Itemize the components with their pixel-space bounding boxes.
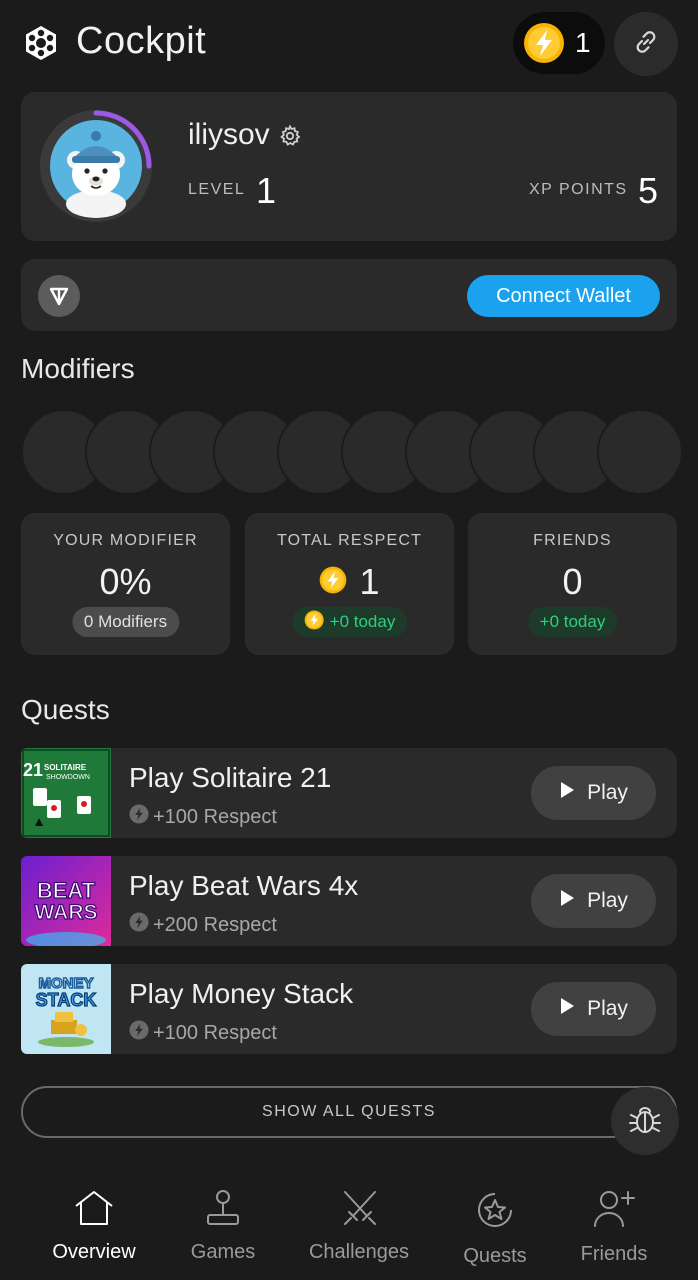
svg-text:BEAT: BEAT <box>37 878 96 903</box>
nav-friends[interactable]: Friends <box>577 1188 651 1266</box>
play-button[interactable]: Play <box>531 982 656 1036</box>
stat-badge: +0 today <box>527 607 618 637</box>
modifiers-title: Modifiers <box>21 353 135 384</box>
modifier-slots <box>21 409 681 495</box>
beat-wars-thumbnail: BEAT WARS <box>21 856 111 946</box>
home-icon <box>72 1188 116 1233</box>
balance-count: 1 <box>575 27 591 58</box>
svg-text:WARS: WARS <box>35 901 98 924</box>
add-user-icon <box>592 1188 636 1235</box>
username: iliysov <box>188 118 270 151</box>
nav-quests[interactable]: Quests <box>459 1188 531 1268</box>
quest-item[interactable]: 21 SOLITAIRE SHOWDOWN Play Solitaire 21 … <box>21 748 677 838</box>
money-stack-thumbnail: MONEY STACK <box>21 964 111 1054</box>
nav-challenges[interactable]: Challenges <box>305 1188 413 1264</box>
stat-value: 1 <box>245 561 454 603</box>
respect-balance[interactable]: 1 <box>513 12 605 74</box>
quest-name: Play Solitaire 21 <box>129 762 332 793</box>
quest-name: Play Beat Wars 4x <box>129 870 359 901</box>
solitaire-thumbnail: 21 SOLITAIRE SHOWDOWN <box>21 748 111 838</box>
stat-value: 0% <box>99 561 152 602</box>
respect-coin-icon <box>129 1020 149 1046</box>
stat-label: TOTAL RESPECT <box>276 532 423 549</box>
ton-icon <box>38 275 80 317</box>
star-badge-icon <box>473 1188 517 1237</box>
play-icon <box>559 889 575 913</box>
hexagon-logo-icon <box>22 24 60 62</box>
avatar[interactable] <box>38 108 154 224</box>
respect-coin-icon <box>129 912 149 938</box>
joystick-icon <box>203 1188 243 1233</box>
crossed-swords-icon <box>339 1188 379 1233</box>
play-icon <box>559 997 575 1021</box>
respect-coin-icon <box>523 22 565 64</box>
svg-text:SHOWDOWN: SHOWDOWN <box>46 774 90 781</box>
quest-reward: +100 Respect <box>129 1020 277 1046</box>
modifier-slot <box>597 409 681 495</box>
stat-label: YOUR MODIFIER <box>53 532 198 549</box>
stat-your-modifier: YOUR MODIFIER 0% 0 Modifiers <box>21 513 230 655</box>
bottom-nav: Overview Games Challenges Quests Friends <box>0 1170 698 1280</box>
level-label: LEVEL <box>188 181 246 198</box>
stat-badge: +0 today <box>291 607 408 637</box>
show-all-quests-button[interactable]: SHOW ALL QUESTS <box>21 1086 677 1138</box>
bug-report-button[interactable] <box>611 1087 679 1155</box>
play-button[interactable]: Play <box>531 766 656 820</box>
respect-coin-icon <box>129 804 149 830</box>
respect-coin-icon <box>319 561 347 603</box>
nav-overview[interactable]: Overview <box>48 1188 140 1264</box>
stat-label: FRIENDS <box>533 532 612 549</box>
svg-text:SOLITAIRE: SOLITAIRE <box>44 763 87 772</box>
play-icon <box>559 781 575 805</box>
bug-icon <box>628 1102 662 1141</box>
stat-value: 0 <box>562 561 583 602</box>
app-title: Cockpit <box>76 20 207 62</box>
quest-name: Play Money Stack <box>129 978 354 1009</box>
stat-total-respect: TOTAL RESPECT 1 +0 today <box>245 513 454 655</box>
xp-value: 5 <box>638 170 659 211</box>
play-button[interactable]: Play <box>531 874 656 928</box>
level-value: 1 <box>256 170 277 211</box>
link-button[interactable] <box>614 12 678 76</box>
stat-badge: 0 Modifiers <box>71 607 180 637</box>
svg-text:STACK: STACK <box>36 990 97 1010</box>
quests-title: Quests <box>21 694 110 725</box>
settings-gear-icon[interactable] <box>278 124 302 148</box>
quest-reward: +100 Respect <box>129 804 277 830</box>
quest-item[interactable]: BEAT WARS Play Beat Wars 4x +200 Respect… <box>21 856 677 946</box>
stat-friends: FRIENDS 0 +0 today <box>468 513 677 655</box>
respect-coin-icon <box>304 609 324 635</box>
svg-text:21: 21 <box>23 760 43 780</box>
link-icon <box>631 27 661 62</box>
quest-reward: +200 Respect <box>129 912 277 938</box>
nav-games[interactable]: Games <box>188 1188 258 1264</box>
xp-label: XP POINTS <box>529 181 628 198</box>
quest-item[interactable]: MONEY STACK Play Money Stack +100 Respec… <box>21 964 677 1054</box>
connect-wallet-button[interactable]: Connect Wallet <box>467 275 660 317</box>
